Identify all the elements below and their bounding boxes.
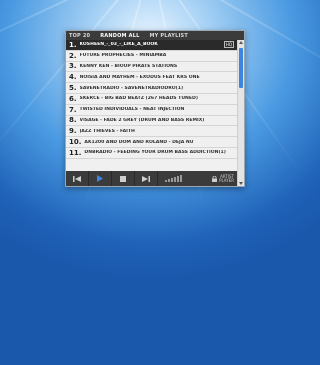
scrollbar-thumb[interactable] [239, 48, 243, 88]
track-title: AK1200 AND DOM AND ROLAND - DEJA NU [84, 139, 194, 145]
list-item[interactable]: 2. FUTURE PROPHECIES - MINIAMBA [66, 51, 237, 62]
volume-bar [173, 177, 176, 182]
stop-button[interactable] [112, 171, 135, 186]
track-number: 5. [69, 84, 77, 93]
volume-bar [164, 180, 167, 182]
skip-forward-icon [142, 175, 150, 182]
track-title: TWISTED INDIVIDUALS - NEAT INJECTION [79, 107, 185, 113]
volume-bar [176, 176, 179, 182]
list-item[interactable]: 1. KOSHEEN_-_03_-_LIKE_A_BOOK HQ [66, 40, 237, 51]
scroll-up-arrow-icon[interactable] [239, 41, 243, 44]
quality-badge: HQ [223, 41, 234, 49]
previous-button[interactable] [66, 171, 89, 186]
track-number: 6. [69, 94, 77, 103]
stop-icon [120, 175, 126, 182]
playlist: 1. KOSHEEN_-_03_-_LIKE_A_BOOK HQ 2. FUTU… [66, 40, 237, 170]
track-title: KENNY KEN - BIOUP PIRATE STATIONS [79, 63, 178, 69]
tab-random-all[interactable]: RANDOM ALL [100, 33, 139, 39]
list-item[interactable]: 3. KENNY KEN - BIOUP PIRATE STATIONS [66, 62, 237, 73]
list-item[interactable]: 9. JAZZ THIEVES - FAITH [66, 126, 237, 138]
track-title: VISAGE - FADE 2 GREY (DRUM AND BASS REMI… [79, 117, 205, 123]
track-number: 7. [69, 105, 77, 114]
list-item[interactable]: 8. VISAGE - FADE 2 GREY (DRUM AND BASS R… [66, 116, 237, 127]
volume-bar [167, 179, 170, 182]
skip-back-icon [73, 175, 81, 182]
volume-bar [179, 175, 182, 182]
list-item[interactable]: 7. TWISTED INDIVIDUALS - NEAT INJECTION [66, 105, 237, 116]
list-item[interactable]: 6. SKERCE - BIG BAD BEATZ (267 HEADS TUN… [66, 94, 237, 105]
play-icon [97, 175, 103, 182]
track-title: SAVENETRADIO - SAVENETRADIODRO(1) [79, 85, 184, 91]
transport-controls: ARTIST PLAYER [66, 171, 237, 186]
track-number: 9. [69, 127, 77, 136]
play-button[interactable] [89, 171, 112, 186]
list-item[interactable]: 10. AK1200 AND DOM AND ROLAND - DEJA NU [66, 137, 237, 148]
track-number: 1. [69, 40, 77, 49]
track-title: FUTURE PROPHECIES - MINIAMBA [79, 53, 167, 59]
brand-line-2: PLAYER [219, 177, 234, 183]
track-title: NOISIA AND MAYHEM - EXODUS FEAT KRS ONE [79, 74, 200, 80]
playlist-scrollbar[interactable] [237, 40, 244, 186]
lock-icon [212, 175, 218, 182]
list-item[interactable]: 4. NOISIA AND MAYHEM - EXODUS FEAT KRS O… [66, 72, 237, 84]
music-player-widget: TOP 20 RANDOM ALL MY PLAYLIST 1. KOSHEEN… [65, 30, 245, 187]
tab-top-20[interactable]: TOP 20 [69, 33, 90, 39]
track-title: KOSHEEN_-_03_-_LIKE_A_BOOK [79, 42, 158, 48]
scroll-down-arrow-icon[interactable] [239, 182, 243, 185]
tab-bar: TOP 20 RANDOM ALL MY PLAYLIST [66, 31, 244, 40]
track-number: 3. [69, 62, 77, 71]
track-title: JAZZ THIEVES - FAITH [79, 128, 135, 134]
volume-bar [170, 178, 173, 182]
track-title: SKERCE - BIG BAD BEATZ (267 HEADS TUNED) [79, 96, 198, 102]
track-number: 8. [69, 116, 77, 125]
list-item[interactable]: 11. DNBRADIO - FEEDING YOUR DRUM BASS AD… [66, 148, 237, 159]
track-title: DNBRADIO - FEEDING YOUR DRUM BASS ADDICT… [84, 150, 226, 156]
list-item[interactable]: 5. SAVENETRADIO - SAVENETRADIODRO(1) [66, 83, 237, 94]
volume-control[interactable] [158, 171, 188, 186]
track-number: 10. [69, 138, 82, 147]
tab-my-playlist[interactable]: MY PLAYLIST [150, 33, 188, 39]
track-number: 11. [69, 148, 82, 157]
player-brand-logo: ARTIST PLAYER [212, 174, 234, 183]
track-number: 4. [69, 73, 77, 82]
track-number: 2. [69, 51, 77, 60]
next-button[interactable] [135, 171, 158, 186]
